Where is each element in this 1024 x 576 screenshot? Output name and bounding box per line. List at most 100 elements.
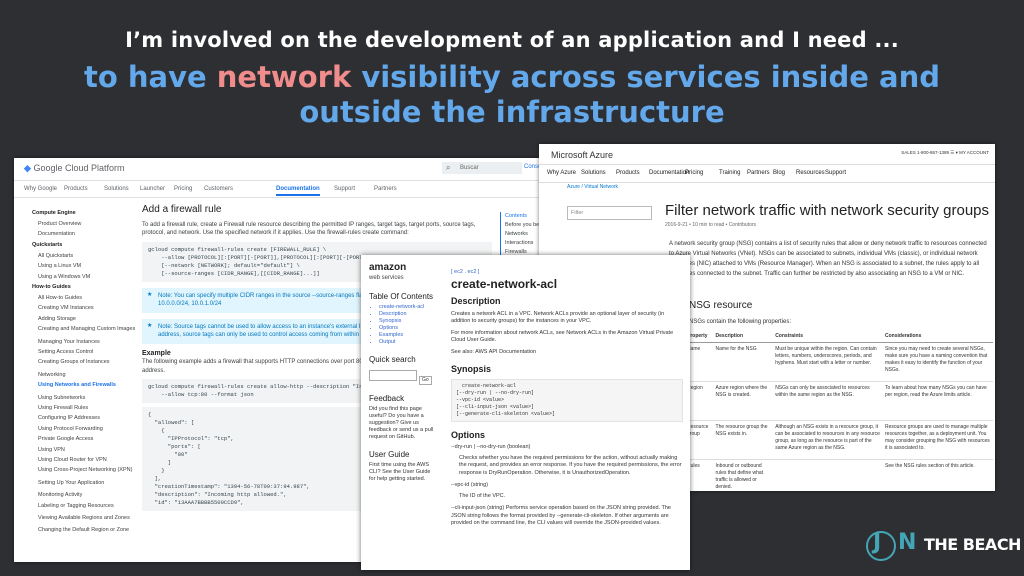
sidebar-item[interactable]: Using Cross-Project Networking (XPN) xyxy=(38,467,132,473)
sidebar-item[interactable]: Compute Engine xyxy=(32,210,76,216)
azure-nav-item[interactable]: Training xyxy=(719,170,740,176)
gcp-nav-item[interactable]: Support xyxy=(334,186,355,192)
see-also-link[interactable]: See also: AWS API Documentation xyxy=(451,349,683,357)
gcp-nav-item[interactable]: Launcher xyxy=(140,186,165,192)
description-title: Description xyxy=(451,296,501,306)
sidebar-item[interactable]: Quickstarts xyxy=(32,242,62,248)
azure-nav-item[interactable]: Documentation xyxy=(649,170,689,176)
sidebar-item[interactable]: Using a Windows VM xyxy=(38,274,90,280)
subheading-highlight: network xyxy=(216,60,352,94)
synopsis-title: Synopsis xyxy=(451,364,492,374)
sidebar-item[interactable]: Viewing Available Regions and Zones xyxy=(38,515,130,521)
sidebar-item[interactable]: How-to Guides xyxy=(32,284,71,290)
azure-nav-item[interactable]: Products xyxy=(616,170,640,176)
logo-letter-j: J xyxy=(873,530,882,555)
gcp-content-title: Add a firewall rule xyxy=(142,204,222,215)
sidebar-item[interactable]: Changing the Default Region or Zone xyxy=(38,527,129,533)
logo-letter-n: N xyxy=(898,530,917,555)
table-cell: Resource groups are used to manage multi… xyxy=(883,420,993,460)
page-title: Filter network traffic with network secu… xyxy=(665,202,990,219)
gcp-nav-item[interactable]: Solutions xyxy=(104,186,129,192)
article-meta: 2016-9-21 • 10 min to read • Contributor… xyxy=(665,222,757,228)
toc-link[interactable]: Synopsis xyxy=(379,318,437,325)
gcp-search-placeholder: Buscar xyxy=(460,165,479,171)
toc-link[interactable]: Examples xyxy=(379,332,437,339)
table-cell: Must be unique within the region. Can co… xyxy=(773,342,883,382)
azure-nav-item[interactable]: Blog xyxy=(773,170,785,176)
azure-nav-item[interactable]: Why Azure xyxy=(547,170,576,176)
aws-logo[interactable]: amazon web services xyxy=(369,263,437,283)
sidebar-item[interactable]: Configuring IP Addresses xyxy=(38,415,100,421)
gcp-nav-item[interactable]: Partners xyxy=(374,186,397,192)
sidebar-item[interactable]: Using Cloud Router for VPN xyxy=(38,457,107,463)
aws-search-input[interactable] xyxy=(369,370,417,381)
sidebar-item[interactable]: All How-to Guides xyxy=(38,295,82,301)
sidebar-item[interactable]: Using VPN xyxy=(38,447,65,453)
sidebar-item[interactable]: Creating Groups of Instances xyxy=(38,359,110,365)
table-cell: Inbound or outbound rules that define wh… xyxy=(713,459,774,491)
toc-link[interactable]: Options xyxy=(379,325,437,332)
sidebar-item[interactable]: Using Firewall Rules xyxy=(38,405,88,411)
toc-link[interactable]: Output xyxy=(379,339,437,346)
azure-nav-item[interactable]: Resources xyxy=(796,170,825,176)
azure-brand[interactable]: Microsoft Azure xyxy=(551,150,613,160)
sidebar-item[interactable]: Documentation xyxy=(38,231,75,237)
table-row: Resource group The resource group the NSG… xyxy=(685,420,993,460)
azure-nav-item[interactable]: Solutions xyxy=(581,170,606,176)
table-row: Region Azure region where the NSG is crea… xyxy=(685,381,993,421)
aws-logo-sub: web services xyxy=(369,275,404,281)
table-cell: Azure region where the NSG is created. xyxy=(713,381,774,421)
sidebar-item[interactable]: Setting Access Control xyxy=(38,349,93,355)
azure-nav-item[interactable]: Pricing xyxy=(685,170,703,176)
table-header-cell: Considerations xyxy=(883,330,993,343)
toc-link[interactable]: create-network-acl xyxy=(379,304,437,311)
article-paragraph: A network security group (NSG) contains … xyxy=(669,241,987,277)
sidebar-item[interactable]: Using Protocol Forwarding xyxy=(38,426,103,432)
sidebar-item[interactable]: Adding Storage xyxy=(38,316,76,322)
sidebar-item[interactable]: All Quickstarts xyxy=(38,253,73,259)
gcp-nav: Why Google Products Solutions Launcher Prici… xyxy=(14,181,574,198)
azure-account-menu[interactable]: SALES 1-800-867-1389 ☰ ▾ MY ACCOUNT xyxy=(901,150,989,156)
sidebar-item[interactable]: Labeling or Tagging Resources xyxy=(38,503,114,509)
option-name: --cli-input-json (string) Performs servi… xyxy=(451,505,671,526)
aws-breadcrumb[interactable]: [ ec2 . ec2 ] xyxy=(451,269,683,277)
gcp-nav-item[interactable]: Products xyxy=(64,186,88,192)
user-guide-text: First time using the AWS CLI? See the Us… xyxy=(369,462,431,482)
gcp-nav-item[interactable]: Customers xyxy=(204,186,233,192)
aws-search-button[interactable]: Go xyxy=(419,376,432,385)
sidebar-item[interactable]: Networking xyxy=(38,372,66,378)
sidebar-item[interactable]: Creating VM Instances xyxy=(38,305,94,311)
gcp-nav-item[interactable]: Documentation xyxy=(276,186,320,196)
sidebar-item[interactable]: Product Overview xyxy=(38,221,81,227)
gcp-nav-item[interactable]: Why Google xyxy=(24,186,57,192)
gcp-nav-item[interactable]: Pricing xyxy=(174,186,192,192)
azure-nav-item[interactable]: Partners xyxy=(747,170,770,176)
toc-link[interactable]: Description xyxy=(379,311,437,318)
gcp-search-input[interactable]: ⌕ Buscar xyxy=(442,162,522,174)
sidebar-item[interactable]: Creating and Managing Custom Images xyxy=(38,326,135,332)
user-guide-title: User Guide xyxy=(369,450,410,459)
table-row: Name Name for the NSG Must be unique withi… xyxy=(685,342,993,382)
sidebar-item[interactable]: Using Networks and Firewalls xyxy=(38,382,116,388)
gcp-brand: Google Cloud Platform xyxy=(33,163,125,173)
table-cell: See the NSG rules section of this articl… xyxy=(883,459,993,491)
option-text: The ID of the VPC. xyxy=(459,492,506,499)
aws-logo-text: amazon xyxy=(369,262,407,273)
filter-input[interactable]: Filter xyxy=(567,206,652,220)
azure-nav-item[interactable]: Support xyxy=(825,170,846,176)
gcp-logo[interactable]: ◆ Google Cloud Platform xyxy=(24,163,124,174)
breadcrumb[interactable]: Azure / Virtual Network xyxy=(567,184,618,190)
sidebar-item[interactable]: Monitoring Activity xyxy=(38,492,82,498)
sidebar-item[interactable]: Setting Up Your Application xyxy=(38,480,104,486)
section-title: NSG resource xyxy=(689,300,753,311)
aws-main: [ ec2 . ec2 ] create-network-acl Descrip… xyxy=(451,269,683,528)
sidebar-item[interactable]: Using a Linux VM xyxy=(38,263,81,269)
section-lead: NSGs contain the following properties: xyxy=(689,319,792,325)
sidebar-item[interactable]: Using Subnetworks xyxy=(38,395,85,401)
aws-sidebar: amazon web services Table Of Contents cre… xyxy=(369,263,437,483)
aws-page-title: create-network-acl xyxy=(451,276,558,291)
feedback-title: Feedback xyxy=(369,394,405,403)
gcp-sidebar: Compute Engine Product Overview Documentat… xyxy=(14,206,135,562)
sidebar-item[interactable]: Private Google Access xyxy=(38,436,93,442)
sidebar-item[interactable]: Managing Your Instances xyxy=(38,339,100,345)
